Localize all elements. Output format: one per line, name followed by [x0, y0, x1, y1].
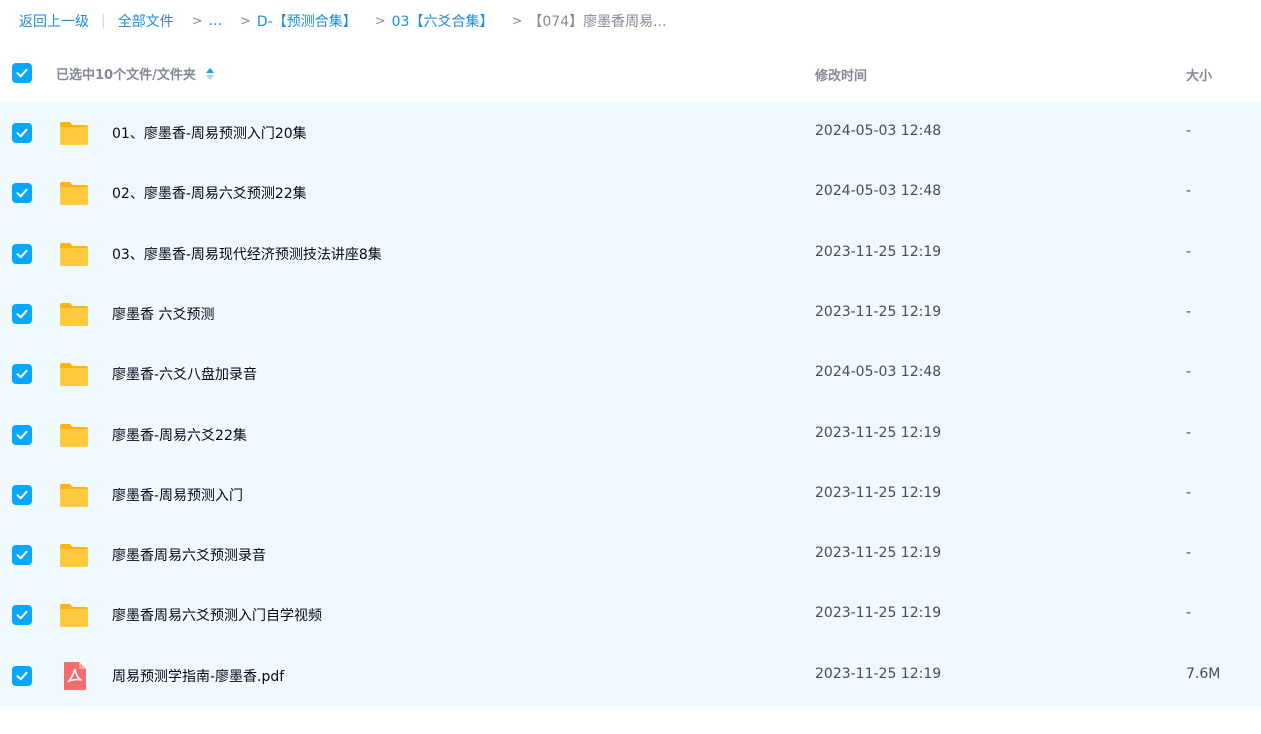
- row-checkbox[interactable]: [12, 545, 32, 566]
- folder-icon: [58, 419, 90, 451]
- breadcrumb-item-ellipsis[interactable]: ...: [209, 13, 222, 29]
- checkmark-icon: [16, 249, 28, 258]
- checkmark-icon: [16, 611, 28, 620]
- row-checkbox[interactable]: [12, 364, 32, 385]
- checkmark-icon: [16, 671, 28, 680]
- file-modified-time: 2023-11-25 12:19: [815, 484, 942, 501]
- file-size: -: [1186, 303, 1192, 320]
- row-checkbox[interactable]: [12, 183, 32, 204]
- file-size: 7.6M: [1186, 665, 1221, 682]
- file-size: -: [1186, 484, 1192, 501]
- file-name[interactable]: 01、廖墨香-周易预测入门20集: [112, 123, 307, 143]
- checkmark-icon: [16, 430, 28, 439]
- file-name[interactable]: 廖墨香周易六爻预测入门自学视频: [112, 605, 322, 625]
- row-checkbox[interactable]: [12, 605, 32, 626]
- file-row[interactable]: 03、廖墨香-周易现代经济预测技法讲座8集 2023-11-25 12:19 -: [0, 223, 1261, 283]
- file-row[interactable]: 周易预测学指南-廖墨香.pdf 2023-11-25 12:19 7.6M: [0, 645, 1261, 705]
- file-name[interactable]: 03、廖墨香-周易现代经济预测技法讲座8集: [112, 244, 382, 264]
- file-row[interactable]: 廖墨香 六爻预测 2023-11-25 12:19 -: [0, 283, 1261, 343]
- row-checkbox[interactable]: [12, 484, 32, 505]
- file-name[interactable]: 廖墨香-周易预测入门: [112, 485, 243, 505]
- row-checkbox[interactable]: [12, 123, 32, 143]
- breadcrumb-divider: |: [101, 13, 106, 29]
- file-size: -: [1186, 605, 1192, 622]
- file-row[interactable]: 廖墨香周易六爻预测录音 2023-11-25 12:19 -: [0, 524, 1261, 584]
- size-column-header[interactable]: 大小: [1186, 65, 1212, 84]
- checkmark-icon: [16, 490, 28, 499]
- checkmark-icon: [16, 369, 28, 379]
- file-row[interactable]: 廖墨香-周易预测入门 2023-11-25 12:19 -: [0, 464, 1261, 524]
- file-name[interactable]: 02、廖墨香-周易六爻预测22集: [112, 183, 307, 203]
- file-size: -: [1186, 424, 1192, 441]
- select-all-checkbox[interactable]: [12, 63, 32, 83]
- file-size: -: [1186, 243, 1192, 260]
- checkmark-icon: [16, 309, 28, 319]
- file-size: -: [1186, 123, 1192, 139]
- file-name[interactable]: 廖墨香周易六爻预测录音: [112, 545, 266, 565]
- folder-icon: [58, 117, 90, 149]
- file-size: -: [1186, 364, 1192, 381]
- back-link[interactable]: 返回上一级: [19, 11, 89, 31]
- file-list-header: 已选中10个文件/文件夹 修改时间 大小: [0, 44, 1261, 102]
- file-name[interactable]: 廖墨香-周易六爻22集: [112, 425, 247, 445]
- file-name[interactable]: 廖墨香 六爻预测: [112, 304, 214, 324]
- file-size: -: [1186, 545, 1192, 562]
- file-row[interactable]: 01、廖墨香-周易预测入门20集 2024-05-03 12:48 -: [0, 102, 1261, 162]
- row-checkbox[interactable]: [12, 243, 32, 264]
- breadcrumb-separator: >: [511, 13, 523, 29]
- folder-icon: [58, 599, 90, 631]
- name-column-header[interactable]: 已选中10个文件/文件夹: [56, 64, 214, 83]
- breadcrumb: 返回上一级 | 全部文件 > ... > D-【预测合集】 > 03【六爻合集】…: [0, 0, 1261, 42]
- time-column-header[interactable]: 修改时间: [815, 65, 867, 84]
- file-modified-time: 2024-05-03 12:48: [815, 364, 942, 381]
- breadcrumb-separator: >: [191, 13, 203, 29]
- pdf-icon: [58, 660, 90, 692]
- file-row[interactable]: 廖墨香周易六爻预测入门自学视频 2023-11-25 12:19 -: [0, 584, 1261, 644]
- folder-icon: [58, 539, 90, 571]
- checkmark-icon: [16, 128, 28, 138]
- file-row[interactable]: 廖墨香-周易六爻22集 2023-11-25 12:19 -: [0, 404, 1261, 464]
- file-row[interactable]: 廖墨香-六爻八盘加录音 2024-05-03 12:48 -: [0, 343, 1261, 403]
- file-modified-time: 2024-05-03 12:48: [815, 183, 942, 200]
- file-list: 01、廖墨香-周易预测入门20集 2024-05-03 12:48 - 02、廖…: [0, 102, 1261, 707]
- breadcrumb-item-current: 【074】廖墨香周易...: [528, 14, 667, 30]
- folder-icon: [58, 479, 90, 511]
- checkmark-icon: [16, 550, 28, 560]
- file-name[interactable]: 周易预测学指南-廖墨香.pdf: [112, 666, 284, 686]
- file-modified-time: 2023-11-25 12:19: [815, 605, 942, 622]
- breadcrumb-item-prediction[interactable]: D-【预测合集】: [257, 11, 357, 31]
- file-name[interactable]: 廖墨香-六爻八盘加录音: [112, 364, 257, 384]
- folder-icon: [58, 298, 90, 330]
- checkmark-icon: [16, 189, 28, 198]
- row-checkbox[interactable]: [12, 303, 32, 324]
- folder-icon: [58, 238, 90, 270]
- file-modified-time: 2023-11-25 12:19: [815, 303, 942, 320]
- file-modified-time: 2023-11-25 12:19: [815, 424, 942, 441]
- breadcrumb-separator: >: [374, 13, 386, 29]
- breadcrumb-item-liuyao[interactable]: 03【六爻合集】: [392, 11, 494, 31]
- sort-icon[interactable]: [205, 67, 214, 80]
- file-modified-time: 2023-11-25 12:19: [815, 243, 942, 260]
- file-modified-time: 2024-05-03 12:48: [815, 123, 942, 139]
- folder-icon: [58, 177, 90, 209]
- file-row[interactable]: 02、廖墨香-周易六爻预测22集 2024-05-03 12:48 -: [0, 162, 1261, 222]
- folder-icon: [58, 358, 90, 390]
- file-size: -: [1186, 183, 1192, 200]
- file-modified-time: 2023-11-25 12:19: [815, 545, 942, 562]
- row-checkbox[interactable]: [12, 424, 32, 445]
- file-modified-time: 2023-11-25 12:19: [815, 665, 942, 682]
- breadcrumb-separator: >: [239, 13, 251, 29]
- breadcrumb-item-all-files[interactable]: 全部文件: [118, 11, 174, 31]
- selection-count-label: 已选中10个文件/文件夹: [56, 68, 196, 83]
- row-checkbox[interactable]: [12, 665, 32, 686]
- checkmark-icon: [16, 68, 28, 78]
